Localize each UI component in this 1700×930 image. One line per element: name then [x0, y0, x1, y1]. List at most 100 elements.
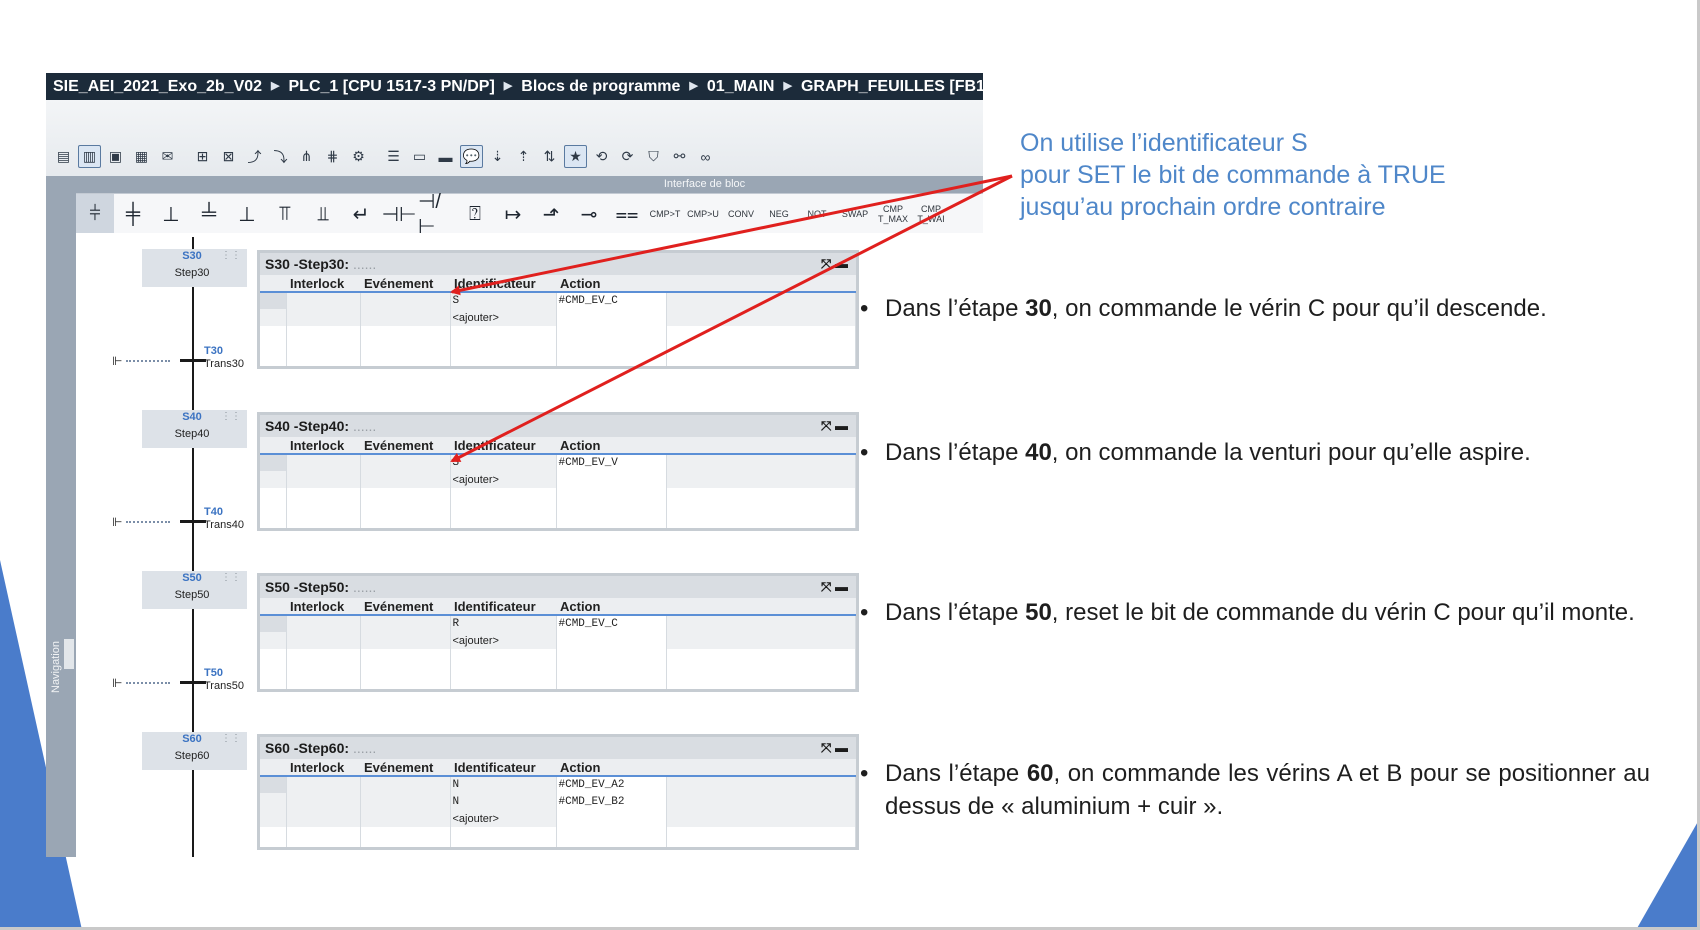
collapse-icon[interactable]: ⇡ — [512, 145, 535, 168]
cell-event[interactable] — [360, 632, 451, 649]
cell-interlock[interactable] — [286, 632, 361, 649]
cell-event[interactable] — [360, 615, 451, 632]
block-interface-bar[interactable]: Interface de bloc — [46, 176, 983, 193]
insert-step-icon[interactable]: ⊞ — [191, 145, 214, 168]
cell-interlock[interactable] — [286, 615, 361, 632]
cell-action[interactable]: #CMD_EV_V — [556, 454, 667, 471]
coil-icon[interactable]: ⊸ — [570, 194, 608, 234]
glasses-icon[interactable]: ∞ — [694, 145, 717, 168]
cell-event[interactable] — [360, 793, 451, 810]
table-row[interactable]: S #CMD_EV_V — [260, 454, 856, 471]
cell-event[interactable] — [360, 292, 451, 309]
view-overview-icon[interactable]: ▤ — [52, 145, 75, 168]
cell-action[interactable]: #CMD_EV_A2 — [556, 776, 667, 793]
row-handle[interactable] — [260, 793, 287, 810]
row-handle[interactable] — [260, 309, 287, 326]
neg-button[interactable]: NEG — [760, 194, 798, 234]
cell-identifier[interactable]: S — [450, 454, 557, 471]
breadcrumb-block[interactable]: GRAPH_FEUILLES [FB1] — [801, 73, 983, 100]
title-comment[interactable]: ...... — [353, 418, 376, 434]
navigation-panel[interactable]: Navigation — [46, 193, 76, 857]
cell-action[interactable] — [556, 309, 667, 326]
cell-identifier[interactable]: R — [450, 615, 557, 632]
cell-event[interactable] — [360, 776, 451, 793]
goto-error-icon[interactable]: ⟲ — [590, 145, 613, 168]
close-branch-arrow-icon[interactable]: ⬏ — [532, 194, 570, 234]
table-row[interactable]: N #CMD_EV_A2 — [260, 776, 856, 793]
nc-contact-icon[interactable]: ⊣/⊢ — [418, 191, 456, 238]
window-icon[interactable]: ▭ — [408, 145, 431, 168]
cmp-u-button[interactable]: CMP>U — [684, 194, 722, 234]
sequence-canvas[interactable]: S30 Step30 ⋮⋮ S30 -Step30: ...... ⤧ ▬ Int… — [76, 233, 983, 857]
title-comment[interactable]: ...... — [353, 256, 376, 272]
table-row[interactable]: R #CMD_EV_C — [260, 615, 856, 632]
conv-button[interactable]: CONV — [722, 194, 760, 234]
close-branch-icon[interactable]: ⋕ — [321, 145, 344, 168]
transition[interactable]: ⊩ T30 Trans30 — [112, 345, 244, 371]
cell-event[interactable] — [360, 309, 451, 326]
cell-action[interactable]: #CMD_EV_C — [556, 292, 667, 309]
table-row[interactable]: N #CMD_EV_B2 — [260, 793, 856, 810]
no-contact-icon[interactable]: ⊣⊢ — [380, 194, 418, 234]
comment-icon[interactable]: 💬 — [460, 145, 483, 168]
cell-event[interactable] — [360, 471, 451, 488]
title-comment[interactable]: ...... — [353, 579, 376, 595]
breadcrumb-main[interactable]: 01_MAIN — [707, 73, 775, 100]
cell-interlock[interactable] — [286, 292, 361, 309]
swap-button[interactable]: SWAP — [836, 194, 874, 234]
cell-interlock[interactable] — [286, 776, 361, 793]
view-prepost-icon[interactable]: ▦ — [130, 145, 153, 168]
cmp-t-button[interactable]: CMP>T — [646, 194, 684, 234]
cell-add[interactable]: <ajouter> — [450, 632, 557, 649]
empty-box-icon[interactable]: ⍰ — [456, 194, 494, 234]
jump-icon[interactable]: ⊥ — [152, 194, 190, 234]
row-handle[interactable] — [260, 454, 287, 471]
row-handle[interactable] — [260, 776, 287, 793]
view-single-step-icon[interactable]: ▣ — [104, 145, 127, 168]
row-handle[interactable] — [260, 615, 287, 632]
delete-step-icon[interactable]: ⊠ — [217, 145, 240, 168]
return-icon[interactable]: ↵ — [342, 194, 380, 234]
delete-jump-icon[interactable]: ⤵ — [269, 145, 292, 168]
transition[interactable]: ⊩ T40 Trans40 — [112, 506, 244, 532]
step-action-panel[interactable]: S60 -Step60: ...... ⤧ ▬ Interlock Evéneme… — [257, 734, 859, 850]
cell-action[interactable]: #CMD_EV_C — [556, 615, 667, 632]
cell-add[interactable]: <ajouter> — [450, 309, 557, 326]
cell-action[interactable] — [556, 471, 667, 488]
cmp-tmax-button[interactable]: CMP T_MAX — [874, 194, 912, 234]
expand-icon[interactable]: ⇣ — [486, 145, 509, 168]
view-alarms-icon[interactable]: ✉ — [156, 145, 179, 168]
breadcrumb-project[interactable]: SIE_AEI_2021_Exo_2b_V02 — [53, 73, 262, 100]
cell-add[interactable]: <ajouter> — [450, 810, 557, 827]
cell-identifier[interactable]: N — [450, 793, 557, 810]
favorites-icon[interactable]: ★ — [564, 145, 587, 168]
cmp-twai-button[interactable]: CMP T_WAI — [912, 194, 950, 234]
close-minimize-icon[interactable]: ⤧ ▬ — [821, 415, 848, 437]
monitor-icon[interactable]: ▬ — [434, 145, 457, 168]
close-minimize-icon[interactable]: ⤧ ▬ — [821, 253, 848, 275]
cell-interlock[interactable] — [286, 810, 361, 827]
step-box[interactable]: S30 Step30 ⋮⋮ — [142, 249, 247, 287]
compile-icon[interactable]: ⚙ — [347, 145, 370, 168]
view-sequence-icon[interactable]: ▥ — [78, 145, 101, 168]
row-handle[interactable] — [260, 292, 287, 309]
transition[interactable]: ⊩ T50 Trans50 — [112, 667, 244, 693]
cell-action[interactable] — [556, 632, 667, 649]
shield-icon[interactable]: ⛉ — [642, 145, 665, 168]
cell-identifier[interactable]: N — [450, 776, 557, 793]
table-row[interactable]: <ajouter> — [260, 632, 856, 649]
title-comment[interactable]: ...... — [353, 740, 376, 756]
alt-branch-icon[interactable]: ⫪ — [266, 194, 304, 234]
row-handle[interactable] — [260, 810, 287, 827]
breadcrumb-plc[interactable]: PLC_1 [CPU 1517-3 PN/DP] — [289, 73, 495, 100]
parallel-branch-icon[interactable]: ╪ — [114, 194, 152, 234]
table-row[interactable]: S #CMD_EV_C — [260, 292, 856, 309]
step-box[interactable]: S40 Step40 ⋮⋮ — [142, 410, 247, 448]
step-box[interactable]: S50 Step50 ⋮⋮ — [142, 571, 247, 609]
step-box[interactable]: S60 Step60 ⋮⋮ — [142, 732, 247, 770]
step-action-panel[interactable]: S30 -Step30: ...... ⤧ ▬ Interlock Evéneme… — [257, 250, 859, 369]
breadcrumb-program-blocks[interactable]: Blocs de programme — [521, 73, 680, 100]
row-handle[interactable] — [260, 471, 287, 488]
table-row[interactable]: <ajouter> — [260, 471, 856, 488]
cell-interlock[interactable] — [286, 471, 361, 488]
